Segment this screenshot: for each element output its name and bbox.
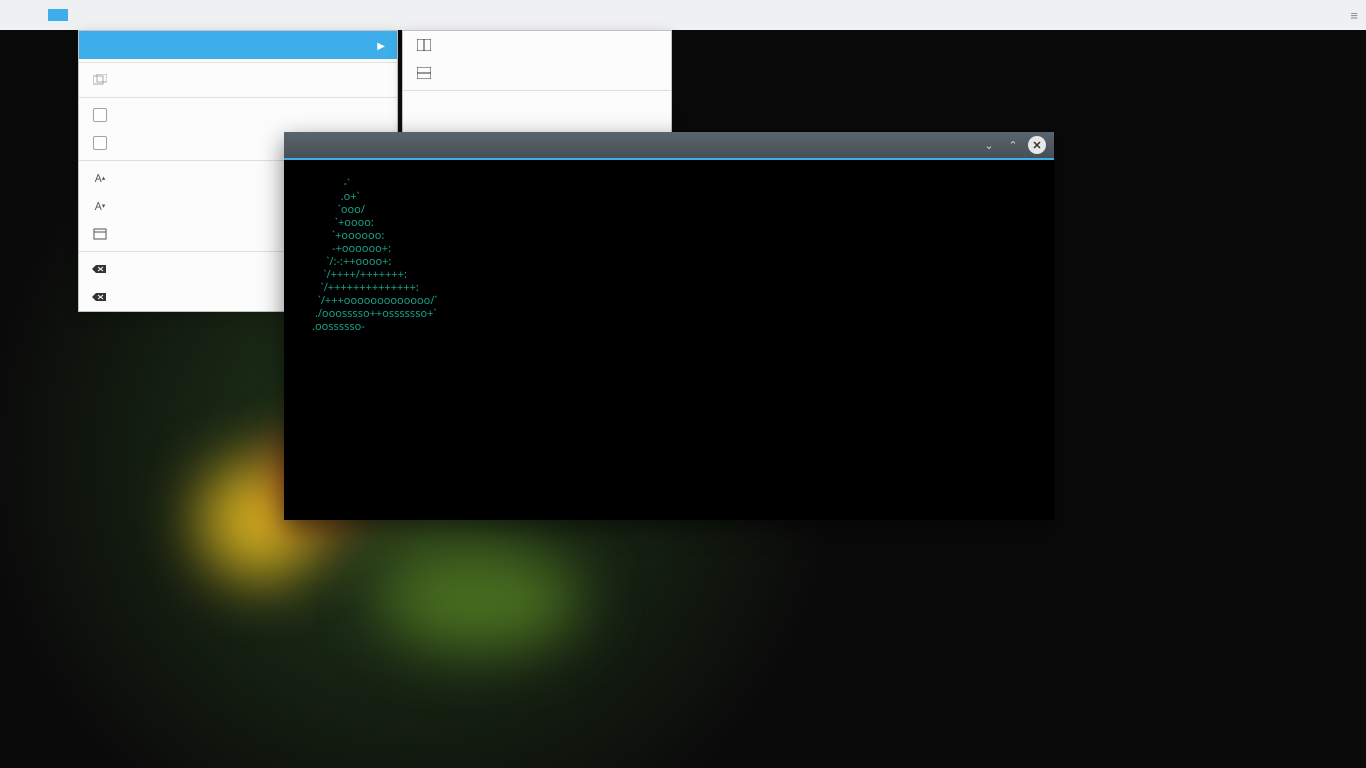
blank-icon bbox=[415, 100, 433, 116]
konsole-window: ⌄ ⌃ ✕ -` .o+` `ooo/ `+oooo: `+oooooo: bbox=[284, 132, 1054, 520]
font-larger-icon: A▴ bbox=[91, 170, 109, 186]
close-button[interactable]: ✕ bbox=[1028, 136, 1046, 154]
split-lr-icon bbox=[415, 37, 433, 53]
menu-settings[interactable] bbox=[88, 9, 108, 21]
checkbox-icon bbox=[91, 135, 109, 151]
menu-split-tb[interactable] bbox=[403, 59, 671, 87]
wallpaper-blur bbox=[380, 550, 580, 650]
window-titlebar[interactable]: ⌄ ⌃ ✕ bbox=[284, 132, 1054, 160]
menu-detach-tab bbox=[79, 66, 397, 94]
menu-close-active bbox=[403, 94, 671, 122]
menu-monitor-silence[interactable] bbox=[79, 101, 397, 129]
split-tb-icon bbox=[415, 65, 433, 81]
clear-icon bbox=[91, 261, 109, 277]
menu-separator bbox=[79, 62, 397, 63]
menu-help[interactable] bbox=[108, 9, 128, 21]
menu-view[interactable] bbox=[48, 9, 68, 21]
menu-file[interactable] bbox=[8, 9, 28, 21]
blank-icon bbox=[91, 37, 109, 53]
clear-icon bbox=[91, 289, 109, 305]
minimize-button[interactable]: ⌄ bbox=[980, 136, 998, 154]
hamburger-icon[interactable]: ≡ bbox=[1350, 6, 1358, 24]
menu-bookmarks[interactable] bbox=[68, 9, 88, 21]
menubar: ≡ bbox=[0, 0, 1366, 30]
menu-split-lr[interactable] bbox=[403, 31, 671, 59]
encoding-icon bbox=[91, 226, 109, 242]
menu-split-view[interactable]: ▶ bbox=[79, 31, 397, 59]
menu-edit[interactable] bbox=[28, 9, 48, 21]
checkbox-icon bbox=[91, 107, 109, 123]
terminal-output[interactable]: -` .o+` `ooo/ `+oooo: `+oooooo: -+oooooo… bbox=[284, 160, 1054, 520]
maximize-button[interactable]: ⌃ bbox=[1004, 136, 1022, 154]
ascii-art: -` .o+` `ooo/ bbox=[292, 176, 422, 217]
font-smaller-icon: A▾ bbox=[91, 198, 109, 214]
menu-separator bbox=[79, 97, 397, 98]
chevron-right-icon: ▶ bbox=[377, 38, 385, 52]
menu-separator bbox=[403, 90, 671, 91]
detach-icon bbox=[91, 72, 109, 88]
